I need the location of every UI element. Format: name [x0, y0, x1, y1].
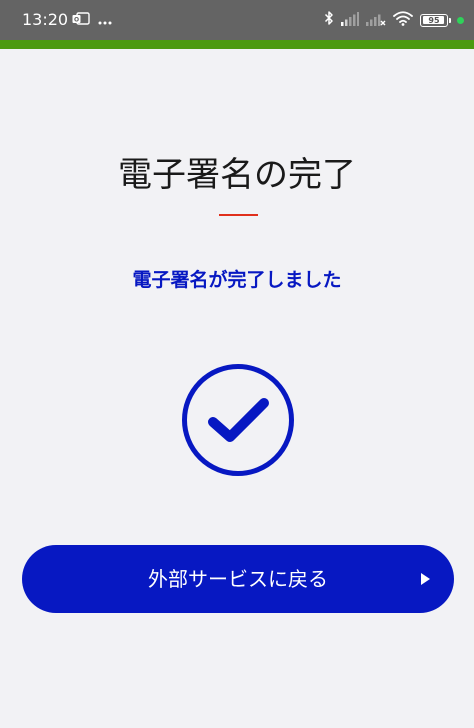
status-bar: 13:20 O 95	[0, 0, 474, 40]
status-left-icons: O	[72, 10, 112, 30]
page-title: 電子署名の完了	[118, 155, 356, 195]
checkmark-circle-icon	[182, 364, 294, 476]
return-button-label: 外部サービスに戻る	[148, 567, 328, 591]
status-time: 13:20	[22, 10, 69, 29]
notification-app-icon: O	[72, 11, 90, 30]
svg-text:O: O	[74, 16, 79, 23]
accent-bar	[0, 40, 474, 49]
play-arrow-icon	[421, 573, 430, 585]
title-underline	[219, 214, 258, 216]
return-to-external-service-button[interactable]: 外部サービスに戻る	[22, 545, 454, 613]
signal-no-service-icon	[366, 11, 386, 30]
completion-message: 電子署名が完了しました	[132, 269, 342, 291]
checkmark-path	[208, 398, 269, 442]
status-right-icons: 95	[324, 10, 464, 30]
battery-icon: 95	[420, 13, 451, 27]
checkmark-circle-ring	[182, 364, 294, 476]
bluetooth-icon	[324, 10, 334, 30]
more-dots-icon	[98, 11, 112, 30]
battery-level: 95	[428, 15, 440, 25]
signal-icon	[341, 11, 359, 30]
wifi-icon	[393, 10, 413, 30]
charging-dot-icon	[457, 16, 464, 24]
